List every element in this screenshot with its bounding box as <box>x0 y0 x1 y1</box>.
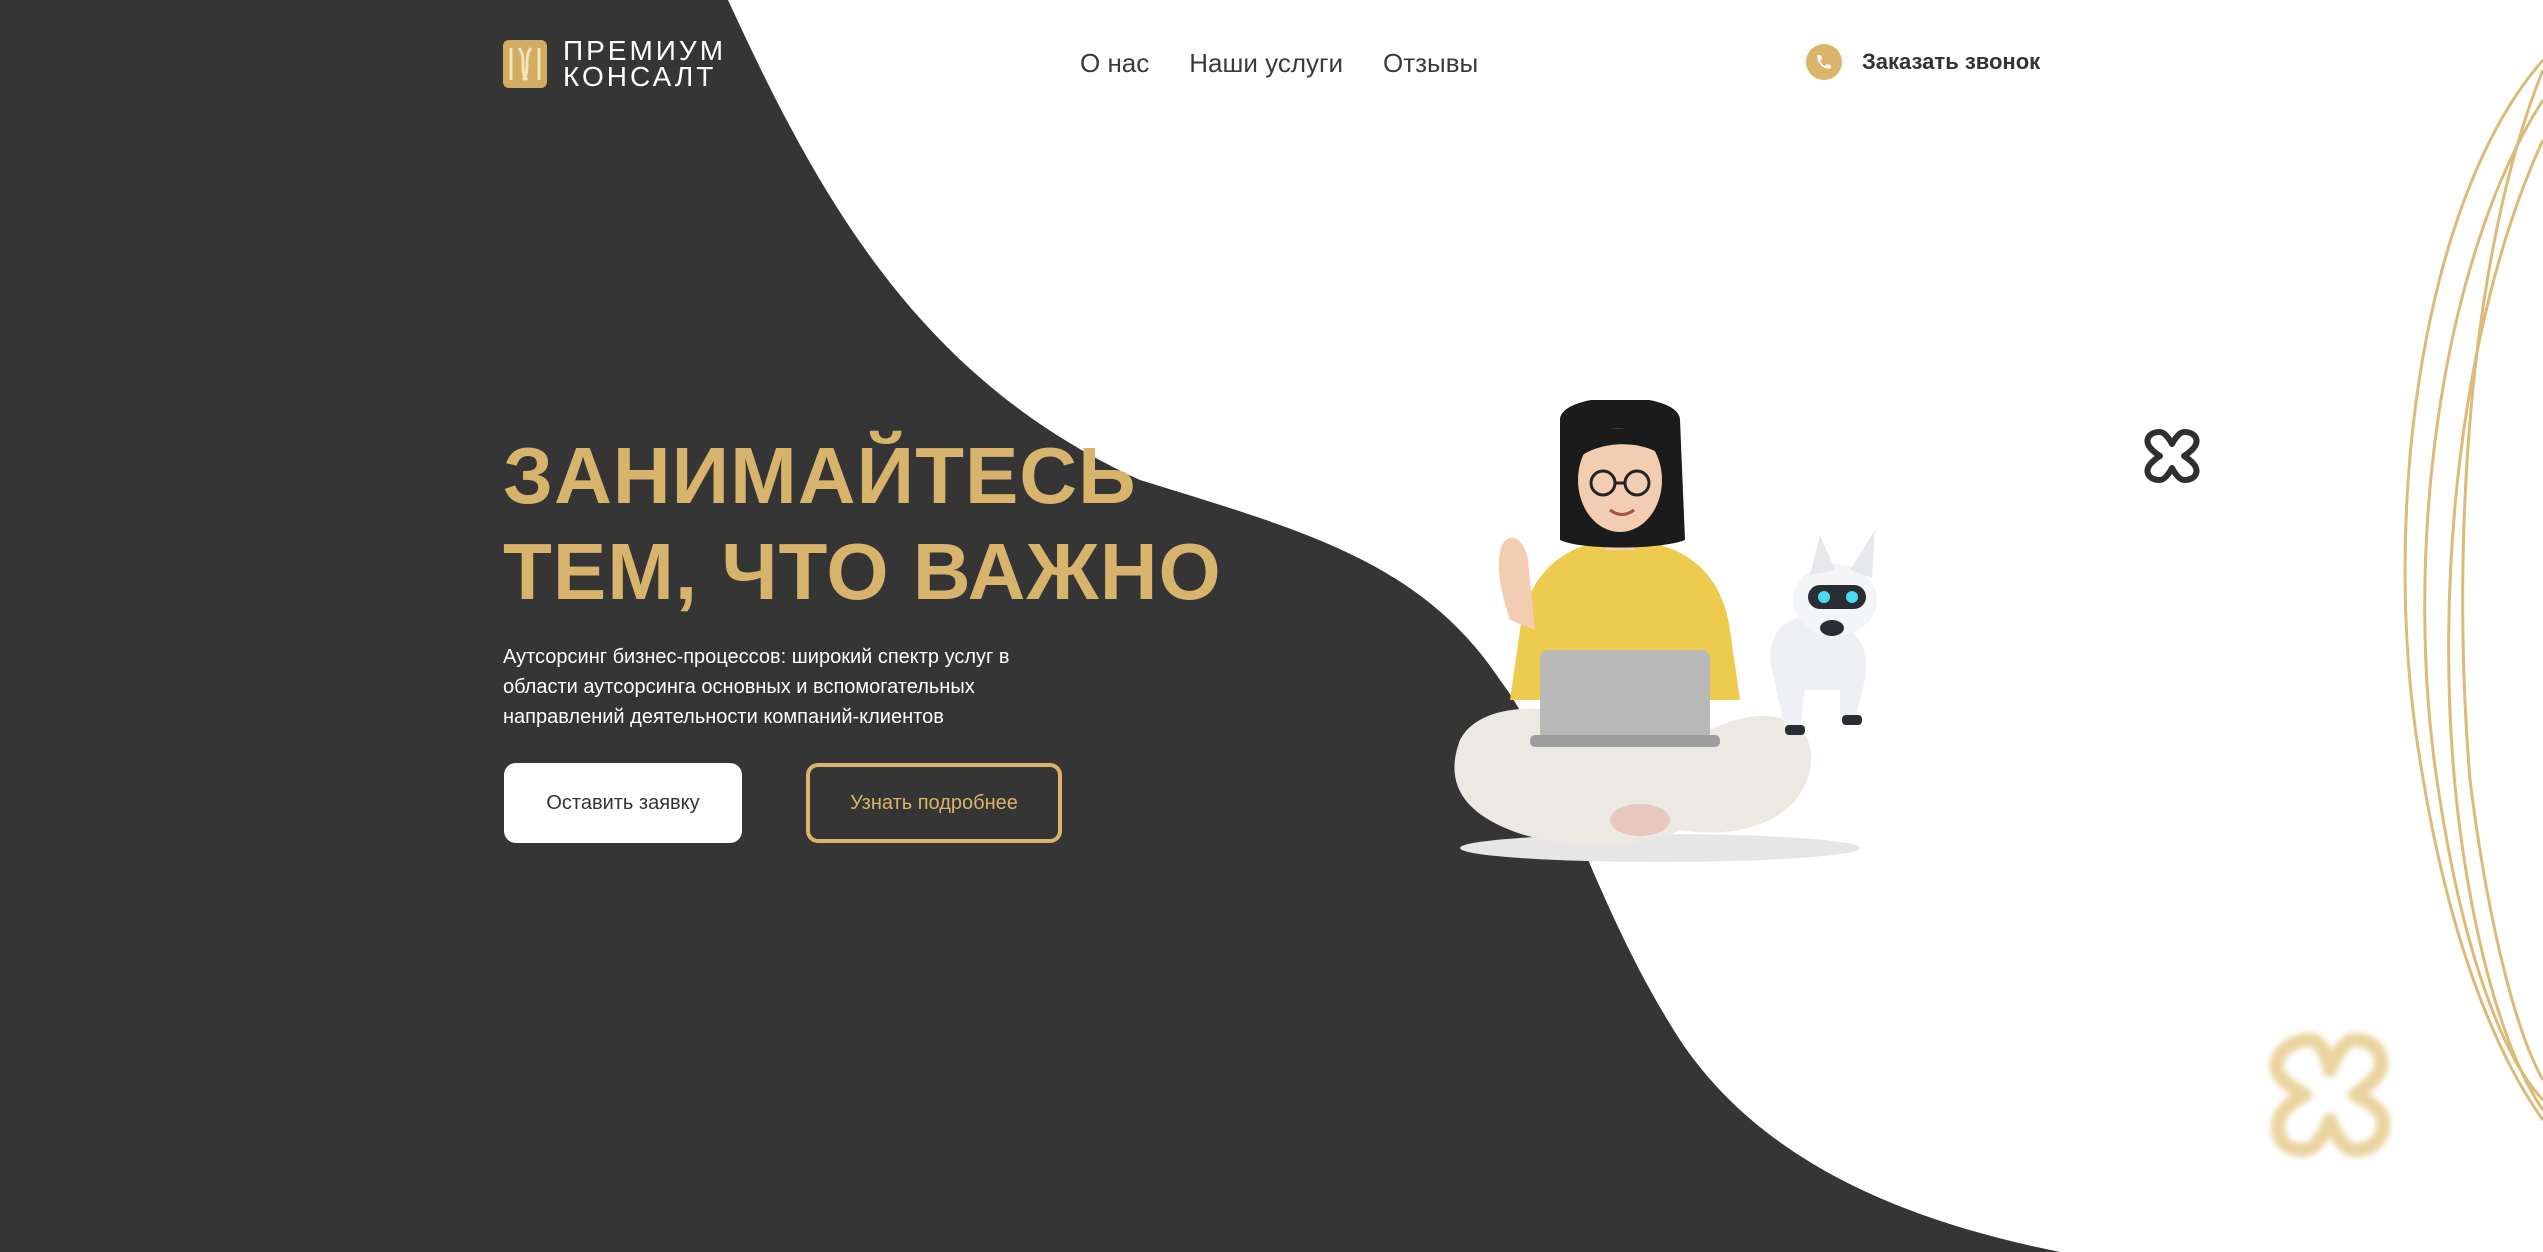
hero-title-line2: ТЕМ, ЧТО ВАЖНО <box>503 527 1222 616</box>
logo-text: ПРЕМИУМ КОНСАЛТ <box>563 37 726 92</box>
hero-title: ЗАНИМАЙТЕСЬ ТЕМ, ЧТО ВАЖНО <box>503 428 1222 620</box>
nav-link-services[interactable]: Наши услуги <box>1189 48 1343 79</box>
gold-cross-decoration-icon <box>2269 1033 2391 1157</box>
main-nav: О нас Наши услуги Отзывы <box>1080 48 1478 79</box>
logo-line2: КОНСАЛТ <box>563 61 717 92</box>
hero-subtitle: Аутсорсинг бизнес-процессов: широкий спе… <box>503 646 1010 728</box>
hero-illustration <box>1454 400 1877 862</box>
phone-icon <box>1806 44 1842 80</box>
logo-mark-icon <box>503 40 547 88</box>
order-call-button[interactable]: Заказать звонок <box>1806 44 2040 80</box>
nav-link-about[interactable]: О нас <box>1080 48 1149 79</box>
nav-link-reviews[interactable]: Отзывы <box>1383 48 1478 79</box>
hero-title-line1: ЗАНИМАЙТЕСЬ <box>503 431 1137 520</box>
leave-request-button[interactable]: Оставить заявку <box>504 763 742 843</box>
order-call-label: Заказать звонок <box>1862 49 2041 74</box>
learn-more-button[interactable]: Узнать подробнее <box>806 763 1062 843</box>
logo[interactable]: ПРЕМИУМ КОНСАЛТ <box>503 37 726 92</box>
dark-wave-background <box>0 0 2060 1252</box>
cross-decoration-icon <box>2144 429 2200 483</box>
